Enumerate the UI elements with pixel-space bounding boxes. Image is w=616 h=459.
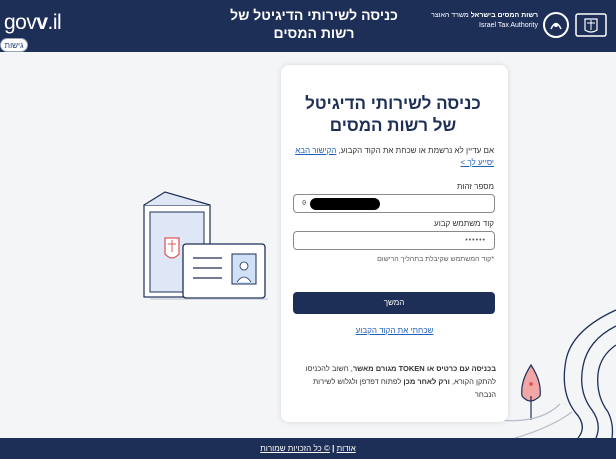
- tax-authority-emblem-icon[interactable]: [543, 12, 569, 38]
- footer-links: אודות | © כל הזכויות שמורות: [260, 444, 356, 453]
- registration-info: אם עדיין לא נרשמת או שכחת את הקוד הקבוע,…: [295, 146, 494, 167]
- header-title: כניסה לשירותי הדיגיטל של רשות המסים: [230, 7, 398, 41]
- copyright-link[interactable]: © כל הזכויות שמורות: [260, 444, 330, 453]
- tree-illustration: [521, 363, 541, 420]
- id-number-label: מספר זהות: [456, 182, 494, 191]
- redaction-mask: [310, 198, 380, 210]
- state-emblem-icon: [575, 12, 607, 38]
- id-number-value: 0: [302, 199, 307, 207]
- user-code-hint: *קוד המשתמש שקיבלת בתהליך הרישום: [377, 256, 494, 263]
- token-instructions: בכניסה עם כרטיס או TOKEN מגורם מאשר, חשו…: [305, 364, 496, 399]
- gov-il-logo[interactable]: govv.il: [4, 11, 62, 35]
- user-code-input[interactable]: ••••••: [293, 231, 495, 250]
- site-header: govv.il כניסה לשירותי הדיגיטל של רשות המ…: [0, 0, 616, 52]
- authority-name: רשות המסים בישראל משרד האוצר Israel Tax …: [431, 12, 538, 29]
- user-code-label: קוד משתמש קבוע: [434, 219, 494, 228]
- card-title: כניסה לשירותי הדיגיטל של רשות המסים: [305, 94, 481, 135]
- id-number-input[interactable]: 0: [293, 194, 495, 213]
- login-card: כניסה לשירותי הדיגיטל של רשות המסים אם ע…: [281, 65, 508, 422]
- forgot-code-link[interactable]: שכחתי את הקוד הקבוע: [281, 326, 508, 335]
- continue-button[interactable]: המשך: [293, 292, 495, 314]
- passport-illustration: [143, 191, 211, 298]
- site-footer: אודות | © כל הזכויות שמורות: [0, 438, 616, 459]
- road-illustration: [497, 309, 616, 439]
- about-link[interactable]: אודות: [337, 444, 356, 453]
- id-card-illustration: [150, 243, 268, 300]
- accessibility-button[interactable]: גישות: [0, 38, 28, 52]
